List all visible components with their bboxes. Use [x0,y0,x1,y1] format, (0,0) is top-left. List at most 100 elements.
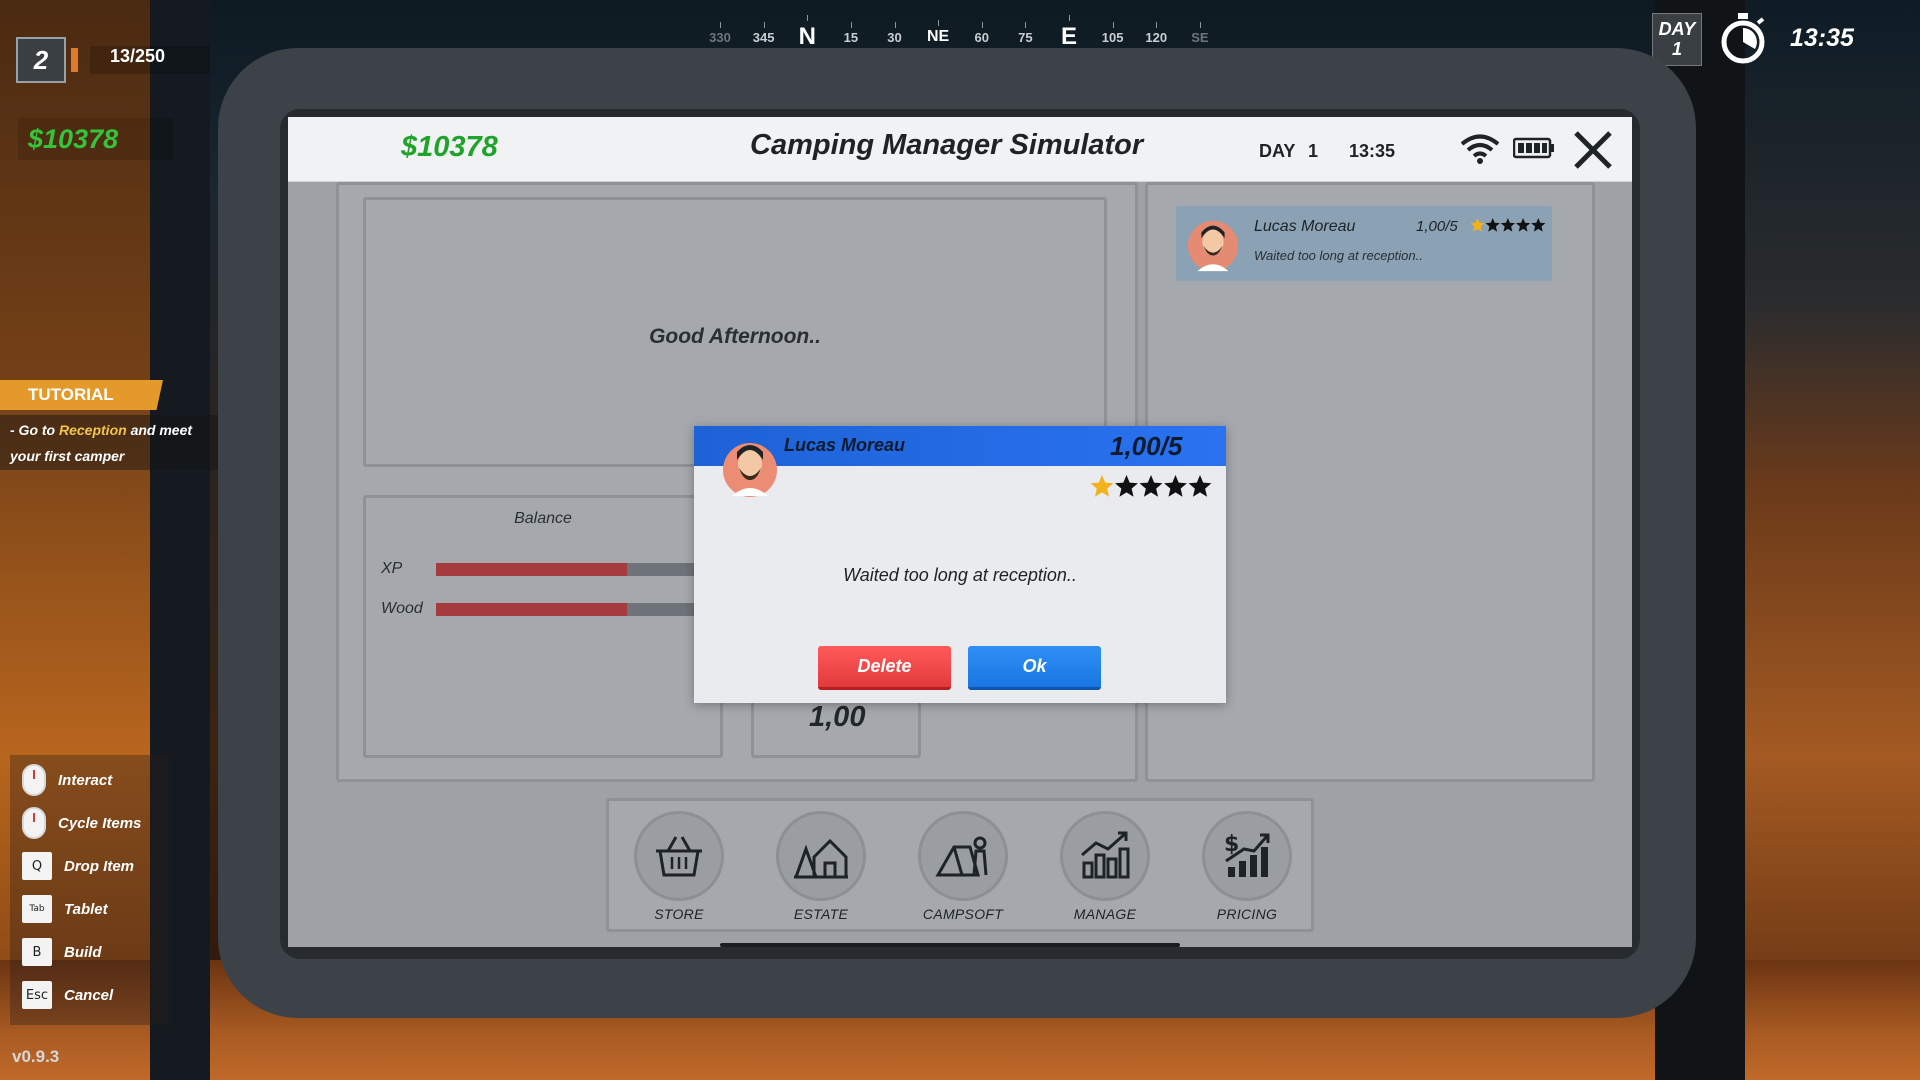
compass-tick: E [1049,15,1089,51]
wifi-icon [1460,134,1500,164]
key-b-icon: B [22,938,52,966]
hud-money: $10378 [18,118,173,160]
notification-name: Lucas Moreau [1254,218,1356,235]
control-cycle-items: Cycle Items [22,807,142,839]
dock-icon-circle [1060,811,1150,901]
star-empty-icon [1500,218,1516,232]
star-rating-icon [1470,218,1546,232]
dock-label: PRICING [1216,906,1278,922]
hud-time: 13:35 [1790,24,1854,52]
stopwatch-icon [1721,13,1765,64]
avatar [1187,220,1239,272]
tablet-day-label: DAY [1259,141,1296,161]
xp-bar-fill [436,563,628,576]
battery-icon [1513,137,1554,159]
tutorial-highlight: Reception [59,422,127,438]
control-label: Cancel [64,986,114,1004]
dock-label: STORE [654,906,704,922]
control-label: Drop Item [64,857,135,875]
dock-manage[interactable]: MANAGE [1055,811,1155,922]
basket-icon [656,836,702,877]
app-dock: STORE ESTATE CAMPSOFT MANAGE $ PRICING [606,798,1314,932]
pricing-icon: $ [1224,832,1270,877]
wood-bar [436,603,726,616]
dock-icon-circle [776,811,866,901]
control-interact: Interact [22,764,112,796]
star-empty-icon [1139,475,1163,497]
star-empty-icon [1515,218,1531,232]
balance-title: Balance [514,510,572,527]
notification-card[interactable]: Lucas Moreau 1,00/5 Waited too long at r… [1176,206,1552,281]
control-drop-item: Q Drop Item [22,851,134,881]
notification-message: Waited too long at reception.. [1254,248,1423,263]
dock-icon-circle [918,811,1008,901]
star-empty-icon [1115,475,1138,497]
dock-icon-circle: $ [1202,811,1292,901]
compass-tick: 120 [1136,21,1176,45]
tutorial-header: TUTORIAL [0,380,163,410]
greeting-text: Good Afternoon.. [649,325,821,348]
balance-card: Balance XP Wood [363,495,726,758]
xp-progress-bar [71,48,78,72]
tablet-app-bar: $10378 Camping Manager Simulator DAY 1 1… [288,117,1632,182]
tutorial-objective: - Go to Reception and meet your first ca… [0,415,222,470]
control-label: Cycle Items [58,814,142,832]
app-title: Camping Manager Simulator [750,129,1144,161]
dock-estate[interactable]: ESTATE [771,811,871,922]
mouse-left-icon [22,764,46,796]
hud-day-box: DAY 1 [1652,13,1702,66]
game-version: v0.9.3 [12,1047,60,1066]
dock-label: CAMPSOFT [922,906,1004,922]
compass-tick: 105 [1093,21,1133,45]
home-indicator [720,943,1180,947]
player-level: 2 [16,37,66,83]
compass-tick: SE [1180,21,1220,45]
stat-label-wood: Wood [381,600,423,617]
star-rating-icon [1090,475,1212,497]
compass-tick: NE [918,20,958,46]
control-label: Build [64,943,102,961]
control-label: Tablet [64,900,108,918]
tent-icon [935,836,988,877]
key-tab-icon: Tab [22,895,52,923]
star-empty-icon [1164,475,1187,497]
dialog-message: Waited too long at reception.. [843,565,1077,585]
house-icon [793,838,848,879]
tablet-time: 13:35 [1349,141,1396,161]
notification-score: 1,00/5 [1416,218,1458,235]
hud-day-number: 1 [1671,39,1682,59]
tutorial-text: - Go to [10,422,59,438]
control-build: B Build [22,937,102,967]
close-icon[interactable] [1572,129,1614,171]
compass-tick: 75 [1005,21,1045,45]
delete-button[interactable]: Delete [818,646,951,690]
ok-button[interactable]: Ok [968,646,1101,690]
dialog-camper-name: Lucas Moreau [784,435,906,455]
key-q-icon: Q [22,852,52,880]
mouse-scroll-icon [22,807,46,839]
dock-pricing[interactable]: $ PRICING [1197,811,1297,922]
review-dialog: Lucas Moreau 1,00/5 Waited too long at r… [694,426,1226,703]
star-empty-icon [1485,218,1500,232]
rating-value: 1,00 [809,701,866,733]
compass-tick: 30 [875,21,915,45]
dock-icon-circle [634,811,724,901]
tablet-day-number: 1 [1308,141,1319,161]
dock-campsoft[interactable]: CAMPSOFT [913,811,1013,922]
xp-bar [436,563,726,576]
control-tablet: Tab Tablet [22,894,108,924]
hud-day-label: DAY [1658,19,1696,39]
star-filled-icon [1470,218,1485,232]
key-esc-icon: Esc [22,981,52,1009]
compass-tick: 60 [962,21,1002,45]
dock-label: MANAGE [1073,906,1137,922]
xp-count: 13/250 [90,46,210,74]
controls-legend: Interact Cycle Items Q Drop Item Tab Tab… [10,755,170,1025]
star-empty-icon [1531,218,1546,232]
star-filled-icon [1090,475,1114,497]
compass-tick: N [787,15,827,51]
dock-label: ESTATE [793,906,849,922]
control-cancel: Esc Cancel [22,980,113,1010]
dock-store[interactable]: STORE [629,811,729,922]
compass-tick: 15 [831,21,871,45]
